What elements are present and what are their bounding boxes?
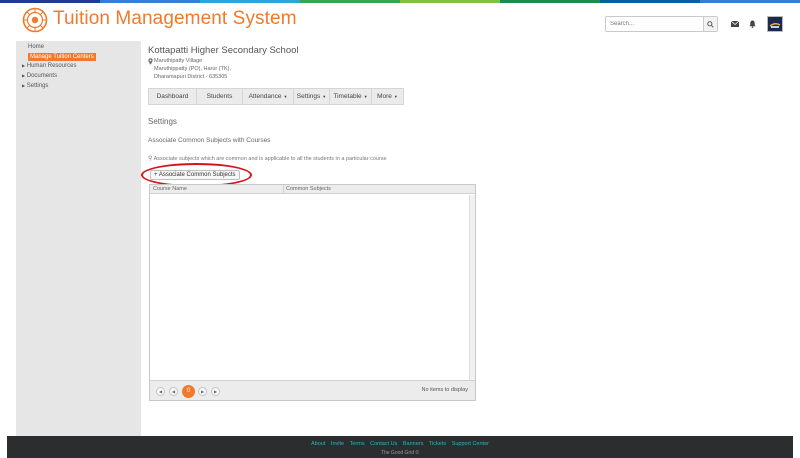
sidebar-item-label: Settings — [26, 83, 49, 89]
tab-attendance[interactable]: Attendance ▼ — [243, 89, 294, 104]
map-pin-icon: ⚲ — [148, 156, 153, 162]
sidebar-item-manage-tuition-centers[interactable]: Manage Tuition Centers — [28, 53, 96, 61]
footer-link-about[interactable]: About — [311, 441, 325, 447]
next-page-icon[interactable]: ▶ — [198, 387, 207, 396]
app-header: Tuition Management System — [0, 3, 800, 38]
tab-settings[interactable]: Settings ▼ — [294, 89, 330, 104]
tab-label: Dashboard — [156, 93, 189, 100]
footer-link-contact-us[interactable]: Contact Us — [370, 441, 397, 447]
hint-text: ⚲ Associate subjects which are common an… — [148, 155, 387, 162]
caret-right-icon: ▶ — [22, 73, 26, 78]
column-divider — [283, 185, 284, 194]
footer-copyright: The Good Grid © — [380, 450, 420, 456]
main-tabs: Dashboard Students Attendance ▼ Settings ▼… — [148, 88, 404, 105]
main-content: Kottapatti Higher Secondary School Marut… — [141, 41, 800, 436]
school-name: Kottapatti Higher Secondary School — [148, 45, 299, 56]
map-pin-icon — [148, 58, 153, 65]
sidebar-item-human-resources[interactable]: ▶ Human Resources — [22, 63, 76, 69]
search-input[interactable] — [606, 17, 703, 31]
tab-label: More — [377, 93, 392, 100]
search-button[interactable] — [703, 17, 717, 31]
tab-label: Attendance — [248, 93, 282, 100]
grid-header: Course Name Common Subjects — [150, 185, 475, 194]
tab-students[interactable]: Students — [197, 89, 243, 104]
hint-label: Associate subjects which are common and … — [153, 156, 387, 162]
column-header-course-name[interactable]: Course Name — [153, 185, 187, 193]
no-items-text: No items to display — [421, 387, 468, 393]
school-address-line2: Maruthippatty (PO), Harur (TK), — [154, 66, 232, 72]
tab-timetable[interactable]: Timetable ▼ — [330, 89, 372, 104]
last-page-icon[interactable]: ▶ — [211, 387, 220, 396]
app-logo[interactable] — [22, 7, 48, 33]
search-icon — [707, 20, 714, 28]
school-address-line1: Maruthipatty Village — [154, 58, 203, 64]
current-page[interactable]: 0 — [182, 385, 195, 398]
grid-pager: ◀ ◀ 0 ▶ ▶ No items to display — [150, 380, 475, 400]
sidebar-item-label: Documents — [26, 73, 58, 79]
footer-links: About Invite Terms Contact Us Banners Ti… — [7, 441, 793, 447]
tab-more[interactable]: More ▼ — [372, 89, 403, 104]
section-title: Settings — [148, 117, 177, 126]
sidebar: Home Manage Tuition Centers ▶ Human Reso… — [16, 41, 141, 436]
user-avatar[interactable] — [767, 16, 783, 32]
column-header-common-subjects[interactable]: Common Subjects — [286, 185, 331, 193]
grid-scrollbar[interactable] — [469, 195, 475, 381]
tab-label: Students — [206, 93, 233, 100]
footer-link-invite[interactable]: Invite — [331, 441, 344, 447]
sidebar-item-home[interactable]: Home — [28, 44, 44, 50]
sidebar-item-settings[interactable]: ▶ Settings — [22, 83, 48, 89]
tab-dashboard[interactable]: Dashboard — [149, 89, 197, 104]
sidebar-item-label: Human Resources — [26, 63, 77, 69]
mail-icon[interactable] — [730, 19, 740, 29]
search-box — [605, 16, 718, 32]
caret-down-icon: ▼ — [283, 94, 288, 99]
sidebar-item-documents[interactable]: ▶ Documents — [22, 73, 57, 79]
section-subtitle: Associate Common Subjects with Courses — [148, 137, 271, 144]
tab-label: Settings — [296, 93, 321, 100]
bell-icon[interactable] — [747, 19, 757, 29]
app-title: Tuition Management System — [53, 8, 297, 29]
tab-label: Timetable — [333, 93, 362, 100]
subjects-grid: Course Name Common Subjects ◀ ◀ 0 ▶ ▶ No… — [149, 184, 476, 401]
caret-down-icon: ▼ — [393, 94, 398, 99]
school-address-line3: Dharamapuri District - 635305 — [154, 74, 228, 80]
footer-link-terms[interactable]: Terms — [350, 441, 365, 447]
prev-page-icon[interactable]: ◀ — [169, 387, 178, 396]
footer-link-tickets[interactable]: Tickets — [429, 441, 446, 447]
footer-link-banners[interactable]: Banners — [403, 441, 424, 447]
caret-right-icon: ▶ — [22, 63, 26, 68]
first-page-icon[interactable]: ◀ — [156, 387, 165, 396]
app-footer: About Invite Terms Contact Us Banners Ti… — [7, 436, 793, 458]
caret-down-icon: ▼ — [322, 94, 327, 99]
caret-right-icon: ▶ — [22, 83, 26, 88]
caret-down-icon: ▼ — [363, 94, 368, 99]
footer-link-support-center[interactable]: Support Center — [452, 441, 489, 447]
